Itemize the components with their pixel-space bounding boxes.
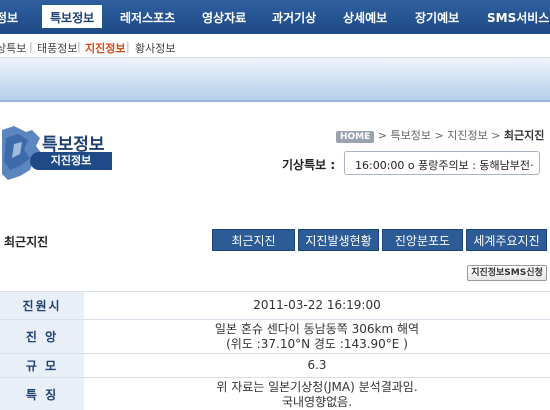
breadcrumb: HOME > 특보정보 > 지진정보 > 최근지진	[336, 127, 544, 143]
breadcrumb-separator: >	[434, 129, 448, 142]
world-major-earthquake-button[interactable]: 세계주요지진	[466, 229, 547, 251]
epicenter-map-button[interactable]: 진앙분포도	[382, 229, 463, 251]
subnav-item-earthquake[interactable]: 지진정보	[85, 40, 125, 56]
epicenter-coordinates: (위도 :37.10°N 경도 :143.90°E )	[226, 336, 408, 351]
recent-earthquake-button[interactable]: 최근지진	[212, 229, 295, 251]
magnitude-text: 6.3	[307, 358, 327, 372]
nav-item-long-term-forecast[interactable]: 장기예보	[415, 9, 459, 26]
top-navigation: 정보 특보정보 레저스포츠 영상자료 과거기상 상세예보 장기예보 SMS서비스	[0, 0, 550, 34]
header-banner	[0, 58, 550, 102]
subnav-item-weather-alerts[interactable]: 상특보	[0, 40, 26, 56]
table-row: 규 모 6.3	[0, 353, 550, 378]
weather-alert-ticker[interactable]: 16:00:00 o 풍랑주의보 : 동해남부전·	[344, 151, 540, 175]
earthquake-occurrence-button[interactable]: 지진발생현황	[298, 229, 379, 251]
page-subtitle-badge: 지진정보	[30, 152, 112, 170]
weather-alert-label: 기상특보 :	[282, 158, 336, 172]
row-label-epicenter: 진 앙	[0, 319, 84, 354]
sub-navigation: 상특보 | 태풍정보 | 지진정보 | 황사정보	[0, 34, 550, 58]
epicenter-location: 일본 혼슈 센다이 동남동쪽 306km 해역	[214, 321, 420, 336]
characteristics-line: 위 자료는 일본기상청(JMA) 분석결과임.	[216, 379, 418, 394]
breadcrumb-item[interactable]: 지진정보	[447, 129, 487, 142]
origin-time-text: 2011-03-22 16:19:00	[253, 298, 381, 312]
characteristics-line: 국내영향없음.	[281, 394, 353, 409]
table-row: 특 징 위 자료는 일본기상청(JMA) 분석결과임. 국내영향없음.	[0, 377, 550, 410]
subnav-item-typhoon[interactable]: 태풍정보	[37, 40, 77, 56]
nav-item-info[interactable]: 정보	[0, 9, 18, 26]
row-label-characteristics: 특 징	[0, 377, 84, 410]
nav-item-video[interactable]: 영상자료	[202, 9, 246, 26]
earthquake-info-table: 진원시 2011-03-22 16:19:00 진 앙 일본 혼슈 센다이 동남…	[0, 291, 550, 410]
breadcrumb-item[interactable]: 특보정보	[391, 129, 431, 142]
epicenter-value: 일본 혼슈 센다이 동남동쪽 306km 해역 (위도 :37.10°N 경도 …	[84, 319, 550, 354]
nav-item-leisure-sports[interactable]: 레저스포츠	[120, 9, 175, 26]
magnitude-value: 6.3	[84, 353, 550, 378]
subnav-separator: |	[126, 40, 130, 53]
home-link[interactable]: HOME	[336, 131, 375, 143]
breadcrumb-separator: >	[377, 129, 391, 142]
subnav-item-yellow-dust[interactable]: 황사정보	[135, 40, 175, 56]
nav-item-sms-service[interactable]: SMS서비스	[487, 9, 549, 26]
characteristics-value: 위 자료는 일본기상청(JMA) 분석결과임. 국내영향없음.	[84, 377, 550, 410]
section-title: 최근지진	[4, 235, 49, 249]
table-row: 진원시 2011-03-22 16:19:00	[0, 291, 550, 320]
nav-item-past-weather[interactable]: 과거기상	[272, 9, 316, 26]
subnav-separator: |	[29, 40, 33, 53]
sms-subscribe-button[interactable]: 지진정보SMS신청	[467, 265, 547, 281]
row-label-origin-time: 진원시	[0, 291, 84, 320]
row-label-magnitude: 규 모	[0, 353, 84, 378]
subnav-separator: |	[77, 40, 81, 53]
nav-item-special-reports[interactable]: 특보정보	[42, 5, 103, 28]
banner-divider	[0, 100, 550, 102]
breadcrumb-separator: >	[491, 129, 504, 142]
table-row: 진 앙 일본 혼슈 센다이 동남동쪽 306km 해역 (위도 :37.10°N…	[0, 319, 550, 354]
breadcrumb-current: 최근지진	[503, 129, 545, 142]
nav-item-detailed-forecast[interactable]: 상세예보	[343, 9, 387, 26]
origin-time-value: 2011-03-22 16:19:00	[84, 291, 550, 320]
